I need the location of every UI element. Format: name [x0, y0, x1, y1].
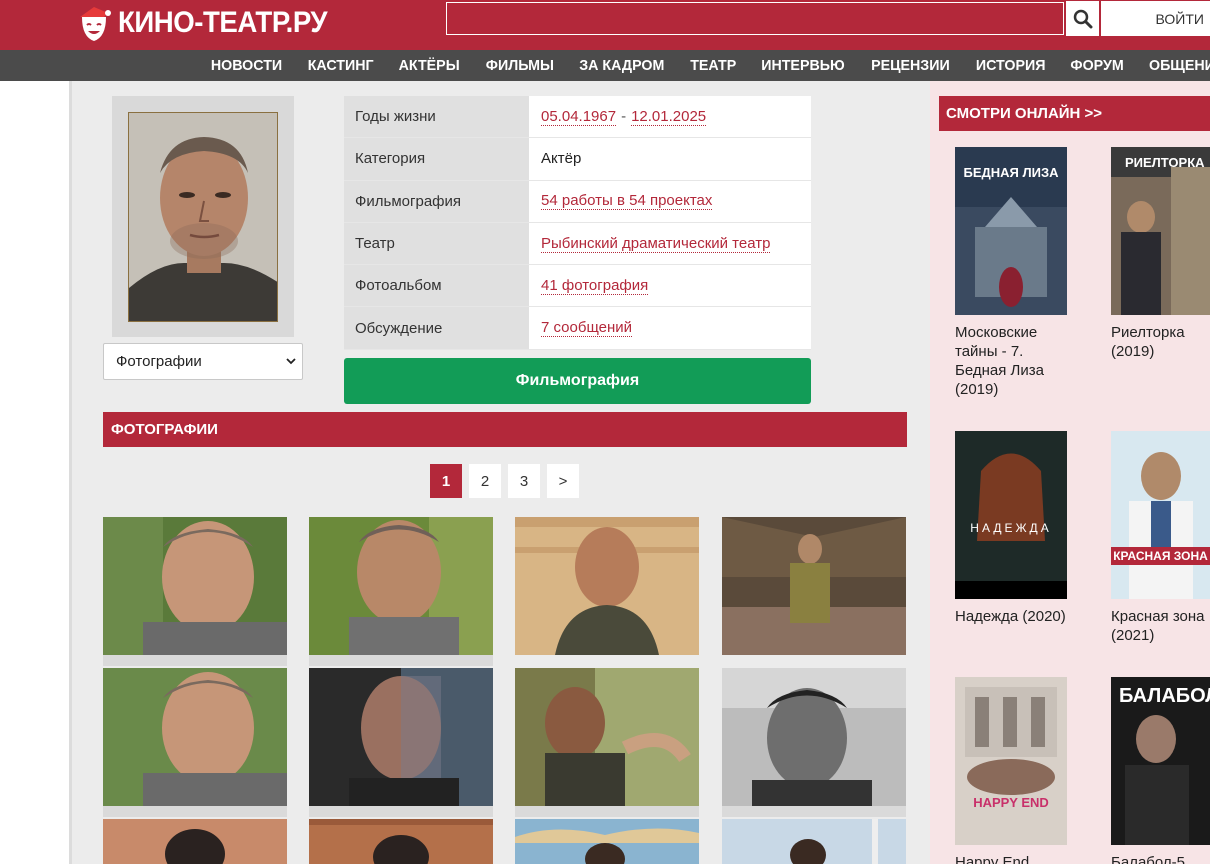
nav-item-community[interactable]: ОБЩЕНИЕ: [1139, 57, 1210, 74]
thumbnail-caption-bar: [103, 806, 287, 817]
nav-item-reviews[interactable]: РЕЦЕНЗИИ: [861, 57, 961, 74]
theatre-link[interactable]: Рыбинский драматический театр: [541, 235, 771, 253]
thumbnail-caption-bar: [722, 806, 906, 817]
movie-poster[interactable]: БЕДНАЯ ЛИЗА: [955, 147, 1067, 315]
info-label: Фотоальбом: [344, 265, 529, 307]
poster-title-text: БЕДНАЯ ЛИЗА: [963, 165, 1059, 180]
photo-thumbnail[interactable]: [103, 819, 287, 864]
nav-item-forum[interactable]: ФОРУМ: [1060, 57, 1134, 74]
nav-item-interviews[interactable]: ИНТЕРВЬЮ: [751, 57, 855, 74]
left-divider: [69, 81, 72, 864]
photo-thumbnail[interactable]: [309, 517, 493, 655]
movie-title-link[interactable]: Happy End: [955, 853, 1075, 864]
info-value: 54 работы в 54 проектах: [529, 180, 811, 222]
search-icon: [1073, 9, 1092, 28]
page-3-button[interactable]: 3: [508, 464, 540, 498]
watch-online-title[interactable]: СМОТРИ ОНЛАЙН >>: [939, 96, 1210, 131]
logo-text: КИНО-ТЕАТР.РУ: [118, 6, 328, 39]
photo-thumbnail[interactable]: [722, 819, 906, 864]
photo-thumbnail[interactable]: [309, 668, 493, 806]
movie-title-link[interactable]: Московские тайны - 7. Бедная Лиза (2019): [955, 323, 1075, 399]
movie-poster[interactable]: HAPPY END: [955, 677, 1067, 845]
photos-section-title: ФОТОГРАФИИ: [103, 412, 907, 447]
movie-title-link[interactable]: Красная зона (2021): [1111, 607, 1210, 645]
thumbnail-caption-bar: [309, 806, 493, 817]
site-logo[interactable]: КИНО-ТЕАТР.РУ: [74, 0, 345, 46]
nav-item-theatre[interactable]: ТЕАТР: [680, 57, 747, 74]
info-row-lifespan: Годы жизни 05.04.1967 - 12.01.2025: [344, 96, 811, 139]
poster-title-text: HAPPY END: [973, 795, 1049, 810]
photo-thumbnail[interactable]: [722, 517, 906, 655]
info-value: Актёр: [529, 138, 811, 180]
info-value: 41 фотография: [529, 265, 811, 307]
nav-item-films[interactable]: ФИЛЬМЫ: [475, 57, 564, 74]
death-date-link[interactable]: 12.01.2025: [631, 108, 707, 126]
actor-info-table: Годы жизни 05.04.1967 - 12.01.2025 Катег…: [344, 96, 811, 350]
actor-portrait-frame: [112, 96, 294, 337]
photo-thumbnail[interactable]: [722, 668, 906, 806]
nav-item-actors[interactable]: АКТЁРЫ: [389, 57, 471, 74]
info-label: Категория: [344, 138, 529, 180]
poster-title-text: КРАСНАЯ ЗОНА: [1111, 547, 1210, 565]
pagination: 1 2 3 >: [430, 464, 586, 498]
info-row-discussion: Обсуждение 7 сообщений: [344, 307, 811, 350]
info-label: Фильмография: [344, 180, 529, 222]
poster-title-text: НАДЕЖДА: [970, 521, 1052, 535]
photo-album-link[interactable]: 41 фотография: [541, 277, 649, 295]
page-1-button[interactable]: 1: [430, 464, 462, 498]
movie-poster[interactable]: КРАСНАЯ ЗОНА: [1111, 431, 1210, 599]
info-value: Рыбинский драматический театр: [529, 222, 811, 265]
filmography-button[interactable]: Фильмография: [344, 358, 811, 404]
movie-poster[interactable]: РИЕЛТОРКА: [1111, 147, 1210, 315]
info-row-category: Категория Актёр: [344, 138, 811, 181]
poster-title-text: РИЕЛТОРКА: [1125, 155, 1205, 170]
info-row-photo-album: Фотоальбом 41 фотография: [344, 265, 811, 308]
birth-date-link[interactable]: 05.04.1967: [541, 108, 617, 126]
photo-thumbnail[interactable]: [515, 668, 699, 806]
theatre-mask-icon: [74, 3, 114, 43]
thumbnail-caption-bar: [103, 655, 287, 666]
actor-portrait[interactable]: [128, 112, 278, 322]
info-value: 7 сообщений: [529, 307, 811, 349]
nav-item-history[interactable]: ИСТОРИЯ: [965, 57, 1056, 74]
filmography-link[interactable]: 54 работы в 54 проектах: [541, 192, 713, 211]
info-row-theatre: Театр Рыбинский драматический театр: [344, 222, 811, 266]
nav-item-news[interactable]: НОВОСТИ: [200, 57, 292, 74]
discussion-link[interactable]: 7 сообщений: [541, 319, 633, 338]
main-nav: НОВОСТИ КАСТИНГ АКТЁРЫ ФИЛЬМЫ ЗА КАДРОМ …: [0, 50, 1210, 81]
photo-select-value: Фотографии: [116, 353, 202, 370]
thumbnail-caption-bar: [515, 806, 699, 817]
login-button[interactable]: ВОЙТИ: [1101, 1, 1210, 36]
next-page-button[interactable]: >: [547, 464, 579, 498]
movie-title-link[interactable]: Риелторка (2019): [1111, 323, 1210, 361]
movie-title-link[interactable]: Балабол-5: [1111, 853, 1210, 864]
page-2-button[interactable]: 2: [469, 464, 501, 498]
search-input[interactable]: [446, 2, 1064, 35]
info-label: Обсуждение: [344, 307, 529, 349]
photo-thumbnail[interactable]: [515, 517, 699, 655]
site-header: КИНО-ТЕАТР.РУ ВОЙТИ: [0, 0, 1210, 50]
nav-item-casting[interactable]: КАСТИНГ: [297, 57, 384, 74]
photo-thumbnail[interactable]: [309, 819, 493, 864]
chevron-down-icon: [286, 358, 296, 365]
info-value: 05.04.1967 - 12.01.2025: [529, 96, 811, 138]
movie-title-link[interactable]: Надежда (2020): [955, 607, 1075, 626]
date-separator: -: [621, 108, 627, 126]
photo-thumbnail[interactable]: [515, 819, 699, 864]
photo-thumbnail[interactable]: [103, 668, 287, 806]
thumbnail-caption-bar: [309, 655, 493, 666]
info-label: Театр: [344, 222, 529, 265]
movie-poster[interactable]: БАЛАБОЛ: [1111, 677, 1210, 845]
info-row-filmography: Фильмография 54 работы в 54 проектах: [344, 180, 811, 223]
poster-title-text: БАЛАБОЛ: [1119, 685, 1210, 707]
movie-poster[interactable]: НАДЕЖДА: [955, 431, 1067, 599]
photo-thumbnail[interactable]: [103, 517, 287, 655]
nav-item-behind-scenes[interactable]: ЗА КАДРОМ: [569, 57, 675, 74]
search-button[interactable]: [1066, 1, 1099, 36]
photo-select[interactable]: Фотографии: [103, 343, 303, 380]
info-label: Годы жизни: [344, 96, 529, 138]
left-margin: [0, 81, 69, 864]
